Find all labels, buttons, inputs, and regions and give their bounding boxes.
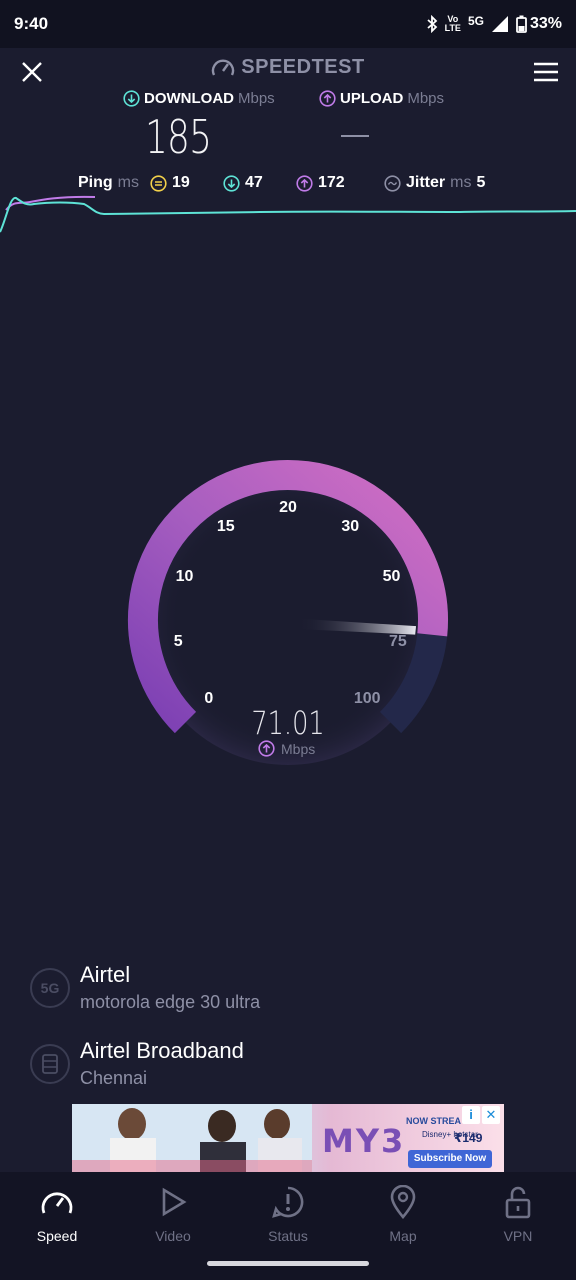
gauge-tick: 20 — [279, 499, 297, 516]
network-5g-icon: 5G — [30, 967, 70, 1008]
gauge-tick: 10 — [175, 568, 194, 586]
server-name: Airtel Broadband — [80, 1038, 244, 1063]
download-value: 185 — [145, 110, 212, 164]
nav-vpn[interactable]: VPN — [470, 1182, 566, 1244]
ad-controls: i ✕ — [462, 1106, 500, 1124]
nav-map[interactable]: Map — [355, 1182, 451, 1244]
status-bar: 9:40 Vo LTE 5G 33% — [0, 0, 576, 48]
play-icon — [162, 1187, 187, 1217]
jitter-icon — [384, 174, 401, 192]
server-info[interactable]: Airtel Broadband Chennai — [30, 1038, 244, 1089]
gauge-tick: 75 — [388, 632, 407, 650]
device-name: motorola edge 30 ultra — [80, 992, 261, 1012]
speed-graph — [0, 195, 576, 233]
results-panel: DOWNLOAD Mbps 185 UPLOAD Mbps — [0, 90, 576, 170]
upload-arrow-icon — [258, 740, 275, 757]
ad-close-icon[interactable]: ✕ — [482, 1106, 500, 1124]
app-title: SPEEDTEST — [241, 56, 365, 78]
idle-ping-icon — [150, 174, 167, 192]
download-arrow-icon — [223, 174, 240, 192]
gauge-tick: 50 — [382, 568, 401, 586]
ad-banner[interactable]: MY3 NOW STREA Disney+ hotstar ₹149 Subsc… — [72, 1104, 504, 1172]
current-speed-value: 71.01 — [251, 704, 325, 742]
server-glyph — [42, 1053, 58, 1074]
alert-icon — [272, 1186, 304, 1218]
app-header: SPEEDTEST — [0, 48, 576, 92]
network-type: 5G — [467, 14, 484, 28]
upload-label: UPLOAD Mbps — [319, 90, 444, 107]
bluetooth-icon — [427, 15, 437, 33]
battery-icon — [516, 15, 527, 33]
menu-button[interactable] — [532, 60, 560, 84]
menu-icon — [534, 62, 558, 82]
upload-arrow-icon — [296, 174, 313, 192]
gauge-tick: 30 — [341, 517, 360, 535]
speedometer-icon — [212, 58, 235, 76]
speedometer-icon — [41, 1192, 73, 1214]
nav-video[interactable]: Video — [125, 1182, 221, 1244]
download-graph-line — [0, 197, 576, 233]
app-brand: SPEEDTEST — [0, 56, 576, 79]
upload-arrow-icon — [319, 90, 336, 107]
carrier-text: Airtel motorola edge 30 ultra — [80, 962, 260, 1013]
carrier-name: Airtel — [80, 962, 131, 987]
server-icon — [30, 1043, 70, 1084]
volte-icon: Vo LTE — [444, 14, 461, 33]
battery: 33% — [516, 15, 562, 33]
gauge-tick: 15 — [216, 517, 235, 535]
status-icons: Vo LTE 5G 33% — [426, 14, 562, 33]
home-indicator[interactable] — [207, 1261, 369, 1266]
ad-price: ₹149 — [454, 1131, 483, 1145]
ad-people-image — [72, 1104, 312, 1172]
nav-speed[interactable]: Speed — [9, 1182, 105, 1244]
nav-status[interactable]: Status — [240, 1182, 336, 1244]
lock-icon — [505, 1186, 531, 1219]
ad-info-icon[interactable]: i — [462, 1106, 480, 1124]
ad-tagline: NOW STREA — [406, 1116, 461, 1126]
map-pin-icon — [390, 1185, 416, 1219]
download-label: DOWNLOAD Mbps — [123, 90, 275, 107]
current-speed-unit: Mbps — [258, 740, 315, 757]
ad-subscribe-button[interactable]: Subscribe Now — [408, 1150, 492, 1168]
server-text: Airtel Broadband Chennai — [80, 1038, 244, 1089]
gauge-tick: 5 — [173, 632, 183, 650]
ad-brand: MY3 — [322, 1122, 406, 1160]
gauge-tick: 100 — [353, 690, 381, 708]
status-time: 9:40 — [14, 14, 49, 33]
gauge-tick: 0 — [204, 690, 214, 708]
signal-icon — [491, 16, 508, 32]
server-location: Chennai — [80, 1068, 148, 1088]
speed-gauge: 0 5 10 15 20 30 50 75 100 71.01 Mbps — [88, 430, 488, 770]
upload-value-placeholder — [341, 135, 369, 137]
carrier-info[interactable]: 5G Airtel motorola edge 30 ultra — [30, 962, 260, 1013]
battery-level: 33% — [529, 15, 562, 32]
download-arrow-icon — [123, 90, 140, 107]
